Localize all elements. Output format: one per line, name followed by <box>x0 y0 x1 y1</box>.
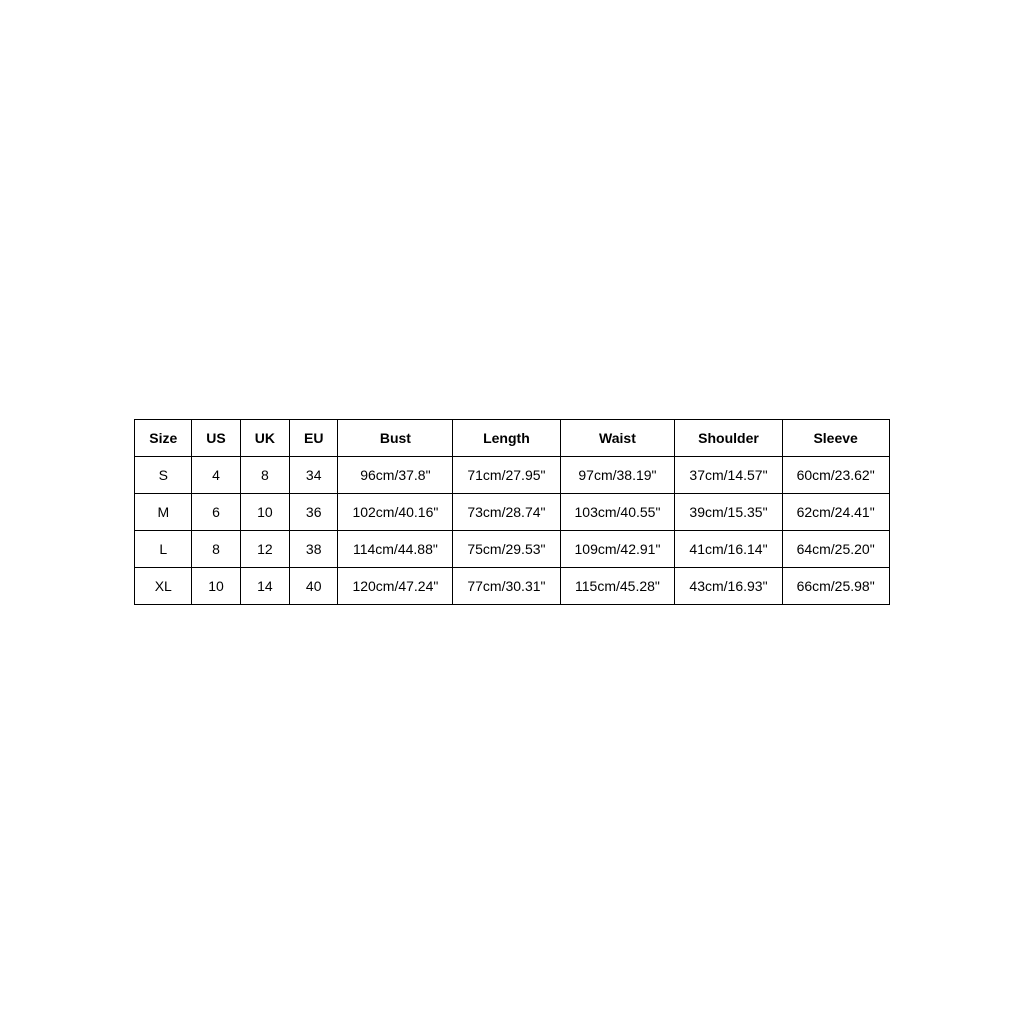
cell-bust: 96cm/37.8" <box>338 457 453 494</box>
cell-length: 75cm/29.53" <box>453 531 560 568</box>
cell-waist: 115cm/45.28" <box>560 568 675 605</box>
cell-bust: 102cm/40.16" <box>338 494 453 531</box>
cell-shoulder: 39cm/15.35" <box>675 494 782 531</box>
col-header-uk: UK <box>240 420 289 457</box>
cell-size: XL <box>135 568 192 605</box>
table-header-row: Size US UK EU Bust Length Waist Shoulder… <box>135 420 889 457</box>
cell-us: 4 <box>192 457 240 494</box>
cell-eu: 36 <box>289 494 337 531</box>
cell-waist: 103cm/40.55" <box>560 494 675 531</box>
col-header-bust: Bust <box>338 420 453 457</box>
cell-us: 10 <box>192 568 240 605</box>
cell-size: M <box>135 494 192 531</box>
cell-sleeve: 66cm/25.98" <box>782 568 889 605</box>
col-header-eu: EU <box>289 420 337 457</box>
cell-bust: 120cm/47.24" <box>338 568 453 605</box>
table-row: XL101440120cm/47.24"77cm/30.31"115cm/45.… <box>135 568 889 605</box>
cell-size: L <box>135 531 192 568</box>
col-header-size: Size <box>135 420 192 457</box>
col-header-waist: Waist <box>560 420 675 457</box>
cell-waist: 109cm/42.91" <box>560 531 675 568</box>
cell-us: 8 <box>192 531 240 568</box>
cell-waist: 97cm/38.19" <box>560 457 675 494</box>
cell-length: 73cm/28.74" <box>453 494 560 531</box>
cell-eu: 40 <box>289 568 337 605</box>
cell-sleeve: 60cm/23.62" <box>782 457 889 494</box>
col-header-sleeve: Sleeve <box>782 420 889 457</box>
table-row: S483496cm/37.8"71cm/27.95"97cm/38.19"37c… <box>135 457 889 494</box>
cell-shoulder: 37cm/14.57" <box>675 457 782 494</box>
cell-size: S <box>135 457 192 494</box>
cell-uk: 14 <box>240 568 289 605</box>
cell-bust: 114cm/44.88" <box>338 531 453 568</box>
cell-uk: 10 <box>240 494 289 531</box>
size-chart-container: Size US UK EU Bust Length Waist Shoulder… <box>134 419 889 605</box>
col-header-length: Length <box>453 420 560 457</box>
cell-uk: 8 <box>240 457 289 494</box>
cell-eu: 34 <box>289 457 337 494</box>
cell-sleeve: 64cm/25.20" <box>782 531 889 568</box>
cell-length: 77cm/30.31" <box>453 568 560 605</box>
cell-length: 71cm/27.95" <box>453 457 560 494</box>
col-header-shoulder: Shoulder <box>675 420 782 457</box>
cell-us: 6 <box>192 494 240 531</box>
size-chart-table: Size US UK EU Bust Length Waist Shoulder… <box>134 419 889 605</box>
cell-uk: 12 <box>240 531 289 568</box>
cell-eu: 38 <box>289 531 337 568</box>
cell-shoulder: 41cm/16.14" <box>675 531 782 568</box>
col-header-us: US <box>192 420 240 457</box>
table-row: M61036102cm/40.16"73cm/28.74"103cm/40.55… <box>135 494 889 531</box>
cell-sleeve: 62cm/24.41" <box>782 494 889 531</box>
table-row: L81238114cm/44.88"75cm/29.53"109cm/42.91… <box>135 531 889 568</box>
cell-shoulder: 43cm/16.93" <box>675 568 782 605</box>
